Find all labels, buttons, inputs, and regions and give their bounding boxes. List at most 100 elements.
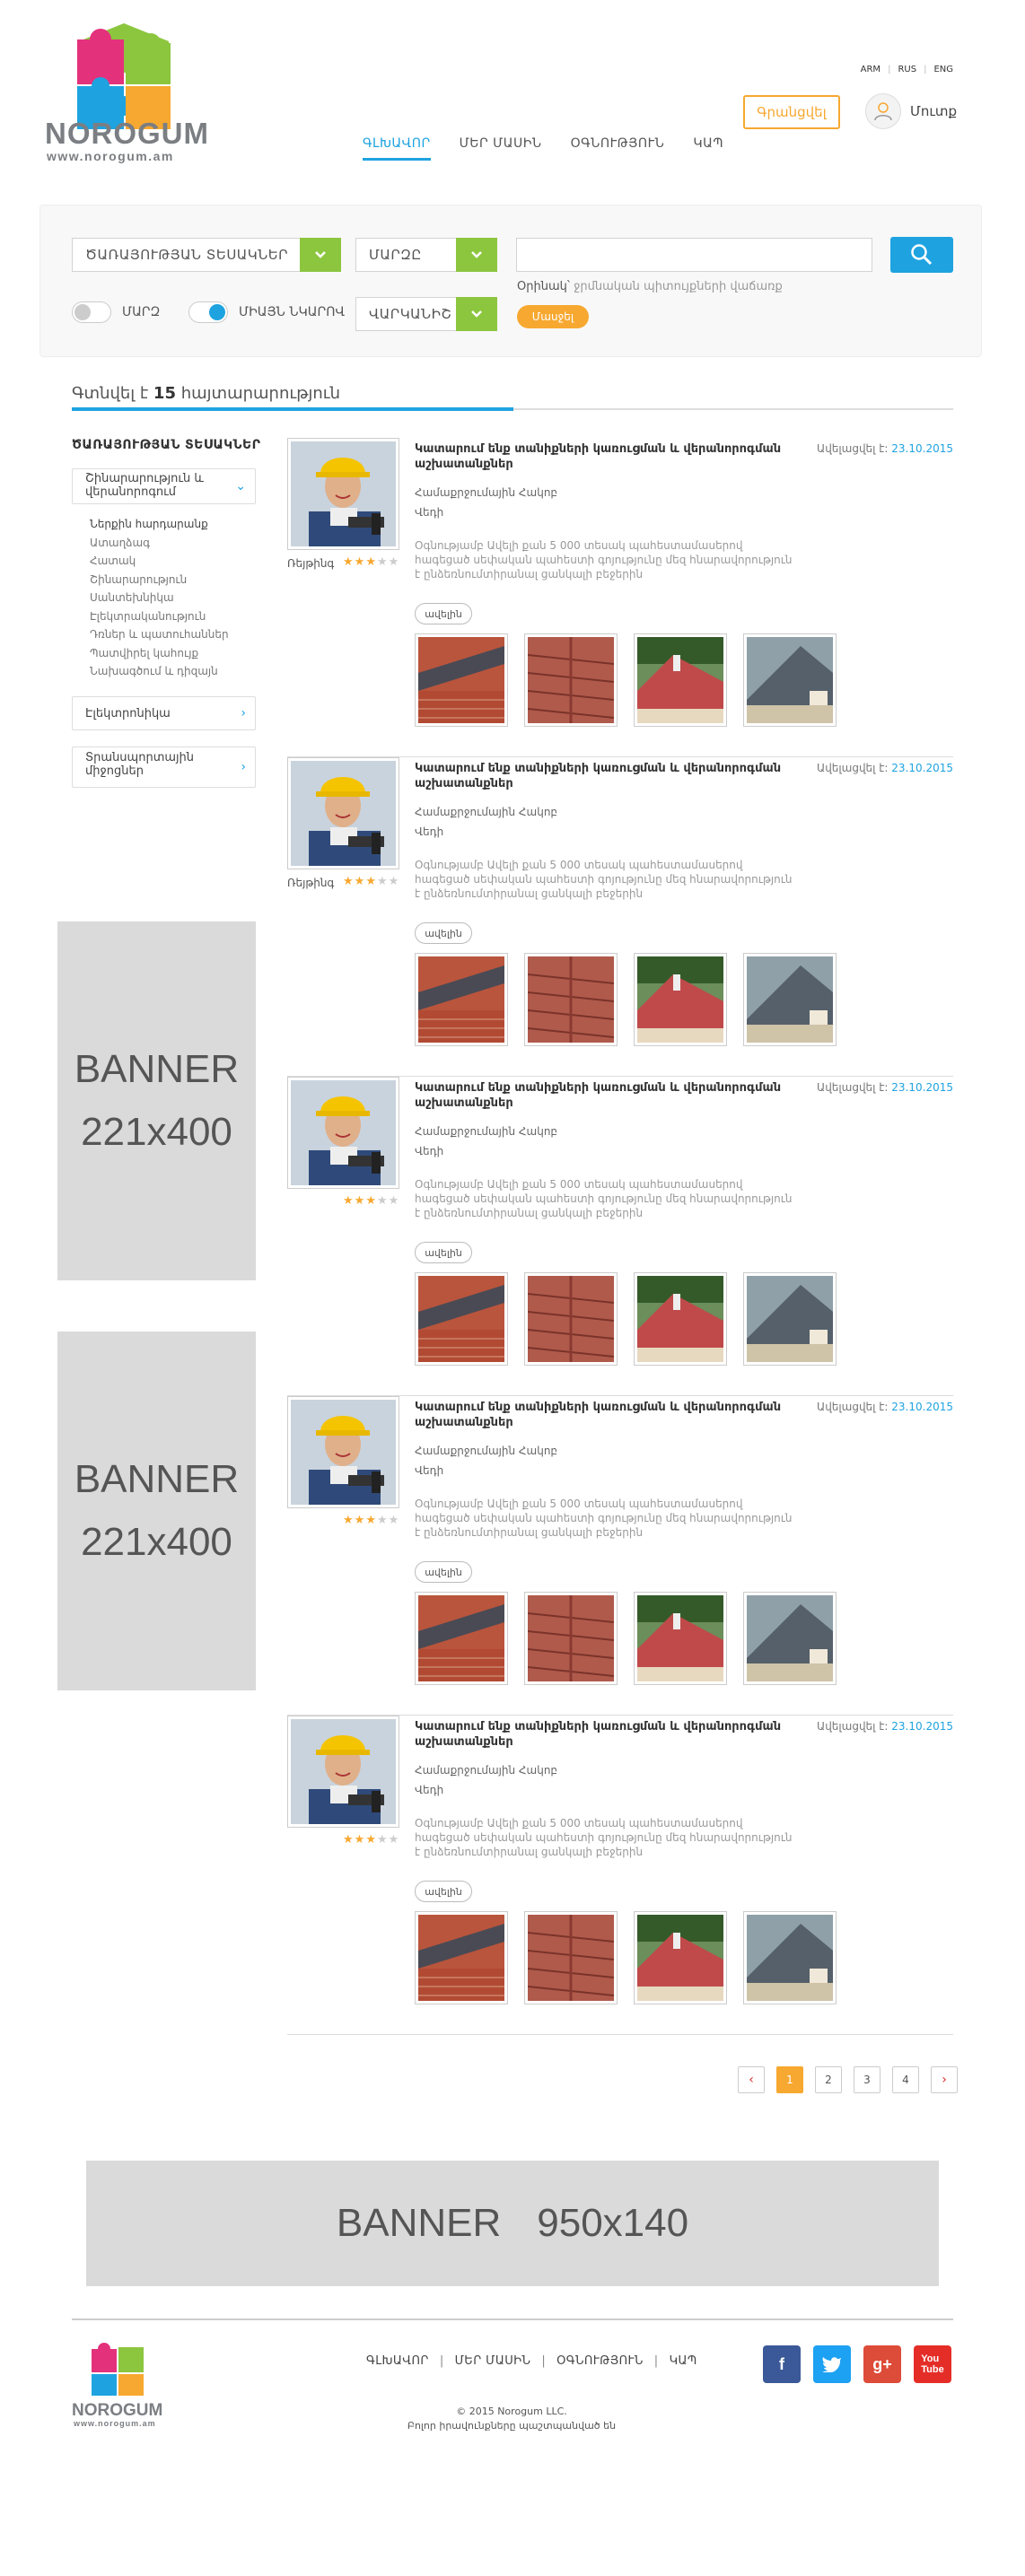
youtube-icon[interactable]: You Tube xyxy=(914,2345,951,2383)
listing-thumbnail[interactable] xyxy=(287,1396,399,1508)
nav-contact[interactable]: ԿԱՊ xyxy=(693,136,723,161)
sidebar-subitem[interactable]: Շինարարություն xyxy=(90,571,229,589)
listing-photo[interactable] xyxy=(743,953,837,1046)
more-button[interactable]: ավելին xyxy=(415,1561,472,1583)
page-button[interactable]: 3 xyxy=(854,2066,880,2093)
listing-photo[interactable] xyxy=(524,1272,618,1366)
listing-card[interactable]: Ռեյթինգ ★★★★★ Կատարում ենք տանիքների կառ… xyxy=(287,757,953,1077)
listing-photo[interactable] xyxy=(415,633,508,727)
listing-photo[interactable] xyxy=(415,1592,508,1685)
footer-nav-home[interactable]: ԳԼԽԱՎՈՐ xyxy=(366,2354,429,2368)
listing-photo[interactable] xyxy=(634,633,727,727)
worker-photo xyxy=(291,1719,396,1824)
toggle-photo-only[interactable]: ՄԻԱՅՆ ՆԿԱՐՈՎ xyxy=(188,301,345,323)
more-button[interactable]: ավելին xyxy=(415,1242,472,1263)
search-input[interactable] xyxy=(516,238,872,272)
listing-thumbnail[interactable] xyxy=(287,1716,399,1828)
listing-title[interactable]: Կատարում ենք տանիքների կառուցման և վերան… xyxy=(415,761,783,791)
listing-thumbnail[interactable] xyxy=(287,757,399,869)
listing-date: Ավելացվել է: 23.10.2015 xyxy=(817,1401,953,1413)
sidebar-subitem[interactable]: Նախագծում և դիզայն xyxy=(90,662,229,681)
listing-photo[interactable] xyxy=(524,953,618,1046)
login-button[interactable]: Մուտք xyxy=(865,93,957,129)
sidebar-subitem[interactable]: Պատվիրել կահույք xyxy=(90,644,229,663)
more-button[interactable]: ավելին xyxy=(415,603,472,624)
listing-photo[interactable] xyxy=(743,1592,837,1685)
search-button[interactable] xyxy=(890,237,953,273)
footer-nav-contact[interactable]: ԿԱՊ xyxy=(670,2354,697,2368)
next-page-button[interactable]: › xyxy=(931,2066,958,2093)
prev-page-button[interactable]: ‹ xyxy=(738,2066,765,2093)
register-button[interactable]: Գրանցվել xyxy=(743,95,840,129)
rights-text: Բոլոր իրավունքները պաշտպանված են xyxy=(407,2420,617,2432)
listing-title[interactable]: Կատարում ենք տանիքների կառուցման և վերան… xyxy=(415,1719,783,1750)
nav-help[interactable]: ՕԳՆՈՒԹՅՈՒՆ xyxy=(571,136,665,161)
rating-label: Ռեյթինգ xyxy=(287,557,335,570)
nav-home[interactable]: ԳԼԽԱՎՈՐ xyxy=(363,136,431,161)
lang-eng[interactable]: ENG xyxy=(933,65,953,74)
sidebar-banner-1[interactable]: BANNER 221x400 xyxy=(57,921,256,1280)
listing-title[interactable]: Կատարում ենք տանիքների կառուցման և վերան… xyxy=(415,441,783,472)
sidebar-category-electronics[interactable]: Էլեկտրոնիկա › xyxy=(72,696,256,730)
twitter-icon[interactable] xyxy=(813,2345,851,2383)
example-text[interactable]: ջրմնական պիտույքների վաճառք xyxy=(574,280,783,293)
toggle-switch[interactable] xyxy=(72,301,111,323)
facebook-icon[interactable]: f xyxy=(763,2345,801,2383)
sidebar-category-transport[interactable]: Տրանսպորտային միջոցներ › xyxy=(72,747,256,788)
category-select[interactable]: ԾԱՌԱՅՈՒԹՅԱՆ ՏԵՍԱԿՆԵՐ xyxy=(72,238,341,272)
date-value: 23.10.2015 xyxy=(891,762,953,774)
listing-photo[interactable] xyxy=(524,1911,618,2004)
nav-about[interactable]: ՄԵՐ ՄԱՍԻՆ xyxy=(460,136,542,161)
lang-arm[interactable]: ARM xyxy=(861,65,880,74)
sidebar-subitem[interactable]: Հատակ xyxy=(90,552,229,571)
page-button[interactable]: 2 xyxy=(815,2066,842,2093)
more-button[interactable]: ավելին xyxy=(415,1881,472,1902)
listing-title[interactable]: Կատարում ենք տանիքների կառուցման և վերան… xyxy=(415,1080,783,1111)
chevron-down-icon: ⌄ xyxy=(235,479,246,493)
listing-photo[interactable] xyxy=(415,953,508,1046)
bottom-banner[interactable]: BANNER 950x140 xyxy=(86,2161,939,2286)
listing-photo[interactable] xyxy=(524,633,618,727)
listing-thumbnail[interactable] xyxy=(287,438,399,550)
listing-photo[interactable] xyxy=(634,953,727,1046)
region-select[interactable]: ՄԱՐԶԸ xyxy=(355,238,497,272)
lang-rus[interactable]: RUS xyxy=(898,65,916,74)
listing-photo[interactable] xyxy=(743,633,837,727)
listing-photo[interactable] xyxy=(743,1911,837,2004)
sidebar-subitem[interactable]: Սանտեխնիկա xyxy=(90,589,229,607)
footer-nav-help[interactable]: ՕԳՆՈՒԹՅՈՒՆ xyxy=(556,2354,644,2368)
sidebar-subitem[interactable]: Ատաղձագ xyxy=(90,534,229,553)
footer-nav-about[interactable]: ՄԵՐ ՄԱՍԻՆ xyxy=(455,2354,531,2368)
sidebar-category-construction[interactable]: Շինարարություն և վերանորոգում ⌄ xyxy=(72,468,256,504)
toggle-switch[interactable] xyxy=(188,301,228,323)
sidebar-subitem[interactable]: Դռներ և պատուհաններ xyxy=(90,625,229,644)
more-button[interactable]: ավելին xyxy=(415,922,472,944)
listing-card[interactable]: Ռեյթինգ ★★★★★ Կատարում ենք տանիքների կառ… xyxy=(287,438,953,757)
listing-card[interactable]: ★★★★★ Կատարում ենք տանիքների կառուցման և… xyxy=(287,1077,953,1396)
toggle-region[interactable]: ՄԱՐԶ xyxy=(72,301,160,323)
sidebar-subitem[interactable]: Էլեկտրականություն xyxy=(90,607,229,626)
listing-photo[interactable] xyxy=(634,1592,727,1685)
sidebar-banner-2[interactable]: BANNER 221x400 xyxy=(57,1332,256,1690)
listing-photo[interactable] xyxy=(634,1272,727,1366)
rating-select[interactable]: ՎԱՐԿԱՆԻՇ xyxy=(355,297,497,331)
footer-logo-name: NOROGUM xyxy=(72,2401,163,2420)
listing-card[interactable]: ★★★★★ Կատարում ենք տանիքների կառուցման և… xyxy=(287,1716,953,2035)
listing-photo[interactable] xyxy=(524,1592,618,1685)
google-plus-icon[interactable]: g+ xyxy=(863,2345,901,2383)
listing-photo[interactable] xyxy=(743,1272,837,1366)
rating-label: Ռեյթինգ xyxy=(287,877,335,889)
sidebar-subitem[interactable]: Ներքին հարդարանք xyxy=(90,515,229,534)
listing-title[interactable]: Կատարում ենք տանիքների կառուցման և վերան… xyxy=(415,1400,783,1430)
listing-photo[interactable] xyxy=(415,1272,508,1366)
listing-card[interactable]: ★★★★★ Կատարում ենք տանիքների կառուցման և… xyxy=(287,1396,953,1716)
listing-photo[interactable] xyxy=(634,1911,727,2004)
listing-location: Վեդի xyxy=(415,1145,444,1157)
listing-thumbnail[interactable] xyxy=(287,1077,399,1189)
page-button[interactable]: 1 xyxy=(776,2066,803,2093)
find-button[interactable]: Մասջել xyxy=(517,305,589,328)
footer-logo-url: www.norogum.am xyxy=(74,2419,156,2428)
page-button[interactable]: 4 xyxy=(892,2066,919,2093)
page: NOROGUM www.norogum.am ARM | RUS | ENG Գրա… xyxy=(0,0,1025,2576)
listing-photo[interactable] xyxy=(415,1911,508,2004)
